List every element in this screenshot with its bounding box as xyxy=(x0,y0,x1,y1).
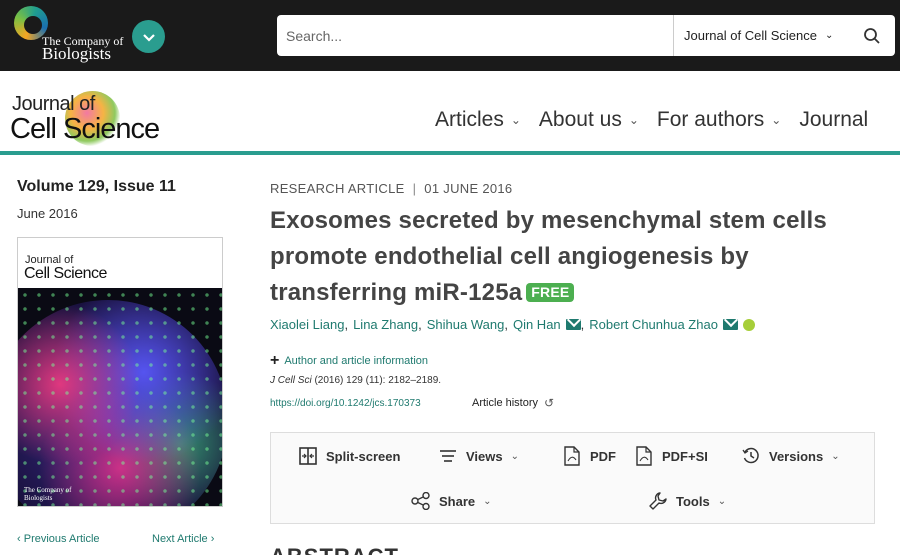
author-link[interactable]: Lina Zhang xyxy=(353,317,418,332)
chevron-down-icon: ⌄ xyxy=(824,30,834,41)
previous-article-link[interactable]: ‹ Previous Article xyxy=(17,533,100,545)
previous-article-label: Previous Article xyxy=(23,533,100,545)
chevron-down-icon: ⌄ xyxy=(483,495,492,507)
citation-journal: J Cell Sci xyxy=(270,375,312,386)
plus-icon: + xyxy=(270,352,280,369)
search-submit-button[interactable] xyxy=(849,15,895,56)
list-icon xyxy=(438,446,458,466)
search-icon xyxy=(864,27,880,44)
author-info-toggle[interactable]: + Author and article information xyxy=(270,352,428,370)
split-screen-label: Split-screen xyxy=(326,448,401,464)
author-separator: , xyxy=(418,317,422,332)
journal-logo-line2: Cell Science xyxy=(10,113,160,145)
chevron-down-icon: ⌄ xyxy=(771,113,782,127)
article-history-button[interactable]: Article history ↺ xyxy=(472,396,554,410)
abstract-heading: ABSTRACT xyxy=(270,544,399,555)
issue-date: June 2016 xyxy=(17,206,78,221)
wrench-icon xyxy=(648,491,668,511)
search-input[interactable] xyxy=(277,15,672,56)
next-article-label: Next Article xyxy=(152,533,208,545)
email-icon[interactable] xyxy=(722,319,738,330)
author-separator: , xyxy=(344,317,349,332)
cover-header: Journal of Cell Science xyxy=(18,238,222,288)
next-article-link[interactable]: Next Article › xyxy=(152,533,214,545)
article-title: Exosomes secreted by mesenchymal stem ce… xyxy=(270,203,880,311)
cover-micrograph: The Company of Biologists xyxy=(18,288,222,506)
article-history-label: Article history xyxy=(472,397,539,409)
nav-label: For authors xyxy=(656,108,765,131)
citation-details: (2016) 129 (11): 2182–2189. xyxy=(311,375,442,386)
nav-articles[interactable]: Articles ⌄ xyxy=(435,108,521,132)
author-link[interactable]: Shihua Wang xyxy=(427,317,505,332)
article-type: RESEARCH ARTICLE xyxy=(270,181,405,196)
nav-for-authors[interactable]: For authors ⌄ xyxy=(657,108,781,132)
views-dropdown[interactable]: Views ⌄ xyxy=(438,446,519,466)
journal-header: Journal of Cell Science Articles ⌄ About … xyxy=(0,71,900,155)
pdf-button[interactable]: PDF xyxy=(562,446,616,466)
publisher-menu-button[interactable] xyxy=(132,20,165,53)
publisher-logo-line2: Biologists xyxy=(42,44,111,63)
pdf-label: PDF xyxy=(590,448,616,464)
tools-label: Tools xyxy=(676,493,710,509)
nav-journal[interactable]: Journal xyxy=(799,108,868,132)
orcid-icon[interactable] xyxy=(742,318,755,331)
author-list: Xiaolei Liang, Lina Zhang, Shihua Wang, … xyxy=(270,317,755,332)
search-scope-select[interactable]: Journal of Cell Science ⌄ xyxy=(673,15,848,56)
nav-label: About us xyxy=(538,108,622,131)
article-meta: RESEARCH ARTICLE | 01 JUNE 2016 xyxy=(270,181,512,196)
history-clock-icon: ↺ xyxy=(544,396,555,410)
email-icon[interactable] xyxy=(565,319,581,330)
share-label: Share xyxy=(439,493,476,509)
publisher-bar: The Company of Biologists Journal of Cel… xyxy=(0,0,900,71)
nav-about-us[interactable]: About us ⌄ xyxy=(539,108,639,132)
article-date: 01 JUNE 2016 xyxy=(424,181,513,196)
chevron-down-icon: ⌄ xyxy=(510,450,520,462)
citation: J Cell Sci (2016) 129 (11): 2182–2189. xyxy=(270,375,441,386)
cover-publisher-logo: The Company of Biologists xyxy=(24,486,72,502)
author-link[interactable]: Qin Han xyxy=(513,317,561,332)
versions-dropdown[interactable]: Versions ⌄ xyxy=(741,446,840,466)
issue-volume[interactable]: Volume 129, Issue 11 xyxy=(17,178,176,196)
author-separator: , xyxy=(504,317,508,332)
views-label: Views xyxy=(466,448,503,464)
pdf-icon xyxy=(562,446,582,466)
share-icon xyxy=(411,491,431,511)
author-link[interactable]: Xiaolei Liang xyxy=(270,317,344,332)
share-dropdown[interactable]: Share ⌄ xyxy=(411,491,492,511)
chevron-down-icon: ⌄ xyxy=(628,113,639,127)
cover-cell-dots xyxy=(18,288,222,506)
free-badge: FREE xyxy=(526,283,575,302)
search-bar: Journal of Cell Science ⌄ xyxy=(277,15,895,56)
pdf-si-button[interactable]: PDF+SI xyxy=(634,446,708,466)
tools-dropdown[interactable]: Tools ⌄ xyxy=(648,491,726,511)
chevron-down-icon xyxy=(142,33,155,42)
meta-separator: | xyxy=(412,181,417,196)
pdf-si-label: PDF+SI xyxy=(662,448,708,464)
history-clock-icon xyxy=(741,446,761,466)
cover-title-line2: Cell Science xyxy=(24,265,107,282)
article-toolbar: Split-screen Views ⌄ PDF PDF+SI Versions… xyxy=(270,432,875,524)
publisher-logo[interactable]: The Company of Biologists xyxy=(14,6,134,64)
author-info-label: Author and article information xyxy=(284,355,429,367)
issue-cover-image[interactable]: Journal of Cell Science The Company of B… xyxy=(17,237,223,507)
author-link[interactable]: Robert Chunhua Zhao xyxy=(589,317,718,332)
main-nav: Articles ⌄ About us ⌄ For authors ⌄ Journal xyxy=(435,108,886,132)
doi-link[interactable]: https://doi.org/10.1242/jcs.170373 xyxy=(270,398,421,409)
chevron-down-icon: ⌄ xyxy=(510,113,521,127)
versions-label: Versions xyxy=(769,448,824,464)
split-screen-icon xyxy=(298,446,318,466)
split-screen-button[interactable]: Split-screen xyxy=(298,446,400,466)
pdf-icon xyxy=(634,446,654,466)
journal-logo[interactable]: Journal of Cell Science xyxy=(10,85,180,147)
chevron-down-icon: ⌄ xyxy=(717,495,727,507)
chevron-down-icon: ⌄ xyxy=(831,450,840,462)
nav-label: Articles xyxy=(435,108,504,131)
nav-label: Journal xyxy=(799,108,869,131)
search-scope-label: Journal of Cell Science xyxy=(684,28,817,43)
